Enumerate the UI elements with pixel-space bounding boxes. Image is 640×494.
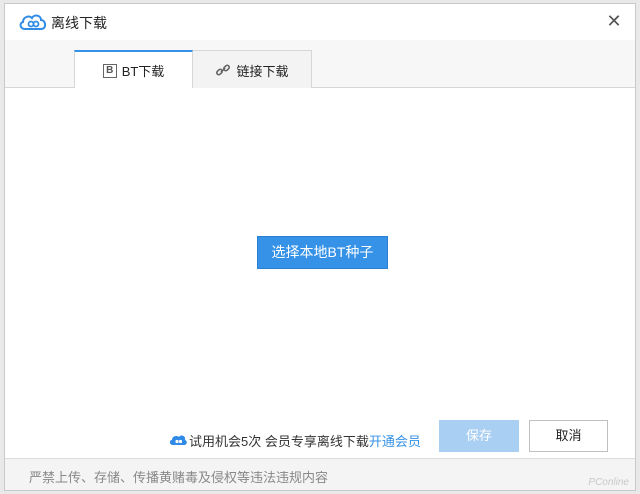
watermark: PConline bbox=[588, 477, 629, 488]
title-bar: 离线下载 ✕ bbox=[5, 4, 635, 40]
open-membership-link[interactable]: 开通会员 bbox=[369, 431, 421, 450]
cloud-logo-icon bbox=[19, 14, 47, 30]
tab-bar: B BT下载 链接下载 bbox=[5, 40, 635, 89]
cloud-vip-icon bbox=[169, 435, 187, 445]
trial-info: 试用机会5次 会员专享离线下载 开通会员 bbox=[169, 431, 421, 449]
bt-icon: B bbox=[102, 63, 117, 78]
window-title: 离线下载 bbox=[51, 15, 107, 31]
offline-download-dialog: 离线下载 ✕ B BT下载 链接下载 选择本地BT种子 试用机会5次 会员专享离… bbox=[4, 3, 636, 491]
tab-bt-download[interactable]: B BT下载 bbox=[74, 50, 193, 89]
close-button[interactable]: ✕ bbox=[603, 10, 625, 32]
trial-text: 试用机会5次 会员专享离线下载 bbox=[189, 433, 369, 449]
link-icon bbox=[216, 64, 231, 76]
select-local-bt-seed-button[interactable]: 选择本地BT种子 bbox=[257, 236, 388, 269]
tab-label: 链接下载 bbox=[236, 63, 289, 79]
save-button[interactable]: 保存 bbox=[439, 420, 519, 452]
cancel-button[interactable]: 取消 bbox=[529, 420, 608, 452]
bt-download-panel: 选择本地BT种子 试用机会5次 会员专享离线下载 开通会员 保存 取消 bbox=[5, 88, 635, 458]
footer: 严禁上传、存储、传播黄赌毒及侵权等违法违规内容 PConline bbox=[5, 458, 635, 490]
close-icon: ✕ bbox=[606, 11, 622, 31]
legal-notice: 严禁上传、存储、传播黄赌毒及侵权等违法违规内容 bbox=[29, 470, 329, 485]
tab-link-download[interactable]: 链接下载 bbox=[193, 50, 312, 89]
tab-label: BT下载 bbox=[121, 64, 165, 79]
